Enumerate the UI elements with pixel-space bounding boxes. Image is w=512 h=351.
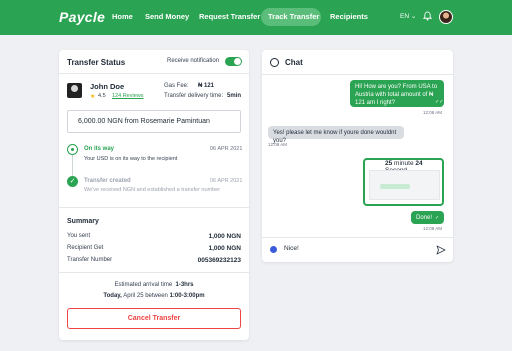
divider [59, 207, 249, 208]
delivery-time-label: Transfer delivery time: [164, 93, 224, 99]
check-icon: ✓ [67, 176, 78, 187]
today-prefix: Today, [103, 293, 122, 299]
today-line: Today, April 25 between 1:00-3:00pm [59, 293, 249, 299]
gas-fee-label: Gas Fee: [164, 83, 189, 89]
transfer-status-card: Transfer Status Receive notification Joh… [59, 50, 249, 340]
recipient-rating: 4.5 [98, 93, 106, 99]
summary-label: Transfer Number [67, 257, 113, 263]
attach-icon[interactable] [270, 246, 277, 253]
language-selector[interactable]: EN ⌄ [400, 12, 416, 20]
timeline-step-desc: We've received NGN and established a tra… [84, 187, 221, 193]
timeline-step-date: 06 APR 2021 [210, 178, 243, 184]
chat-message-outgoing: Hi! How are you? From USA to Austria wit… [350, 80, 444, 107]
chat-image-attachment[interactable]: 25 minute 24 Second [363, 158, 444, 206]
nav-send-money[interactable]: Send Money [145, 12, 189, 21]
delivery-time-value: 5min [227, 93, 242, 99]
summary-label: Recipient Get [67, 245, 104, 251]
amount-summary-box: 6,000.00 NGN from Rosemarie Pamintuan [67, 110, 241, 133]
message-time: 12:08 AM [268, 142, 288, 147]
divider [262, 74, 453, 75]
attachment-preview [369, 170, 440, 200]
notification-toggle[interactable] [225, 57, 242, 66]
chat-bubble-icon [270, 58, 279, 67]
send-icon[interactable] [436, 245, 446, 255]
timeline-step-title: On its way [84, 146, 115, 152]
message-time: 12:08 AM [423, 110, 443, 115]
divider [59, 272, 249, 273]
summary-value: 1,000 NGN [208, 245, 241, 252]
top-nav: Paycle Home Send Money Request Transfer … [0, 0, 512, 35]
message-time: 12:08 AM [423, 226, 443, 231]
attachment-minutes: 25 [385, 160, 393, 167]
timeline-step-date: 06 APR 2021 [210, 146, 243, 152]
summary-label: You sent [67, 233, 91, 239]
chat-input-row: Nice! [262, 237, 453, 262]
attachment-seconds: 24 [415, 160, 423, 167]
read-check-icon: ✓ [435, 215, 440, 221]
bell-icon[interactable] [423, 11, 432, 21]
timeline-step-title: Transfer created [84, 178, 131, 184]
eta-label: Estimated arrival time [114, 282, 173, 288]
divider [59, 73, 249, 74]
avatar[interactable] [439, 10, 453, 24]
recipient-photo [67, 83, 82, 98]
summary-heading: Summary [67, 218, 99, 225]
timeline-line [72, 154, 73, 178]
recipient-name: John Doe [90, 82, 125, 91]
language-label: EN [400, 13, 410, 20]
nav-recipients[interactable]: Recipients [330, 12, 368, 21]
nav-track-transfer[interactable]: Track Transfer [268, 12, 319, 21]
summary-value: 005369232123 [197, 257, 241, 264]
summary-value: 1,000 NGN [208, 233, 241, 240]
timeline-step-desc: Your USD is on its way to the recipient [84, 156, 178, 162]
eta-line: Estimated arrival time 1-3hrs [59, 282, 249, 288]
notification-label: Receive notification [167, 58, 220, 64]
nav-home[interactable]: Home [112, 12, 133, 21]
today-date: April 25 between [123, 293, 168, 299]
chat-card: Chat Hi! How are you? From USA to Austri… [262, 50, 453, 262]
read-check-icon: ✓✓ [435, 99, 444, 105]
today-time: 1:00-3:00pm [169, 293, 205, 299]
card-title: Transfer Status [67, 58, 126, 67]
brand-logo[interactable]: Paycle [59, 9, 105, 25]
chat-title: Chat [285, 58, 303, 67]
gas-fee-value: ₦ 121 [198, 83, 215, 89]
attachment-preview-chip [380, 184, 410, 189]
cancel-transfer-button[interactable]: Cancel Transfer [67, 308, 241, 329]
attachment-minute-word: minute [394, 160, 414, 167]
reviews-link[interactable]: 124 Reviews [112, 93, 144, 99]
star-icon: ★ [90, 94, 96, 100]
chat-message-input[interactable]: Nice! [284, 245, 424, 255]
eta-value: 1-3hrs [175, 282, 194, 288]
timeline-current-dot-icon [67, 144, 78, 155]
chat-message-incoming: Yes! please let me know if youre done wo… [268, 126, 404, 144]
nav-request-transfer[interactable]: Request Transfer [199, 12, 260, 21]
